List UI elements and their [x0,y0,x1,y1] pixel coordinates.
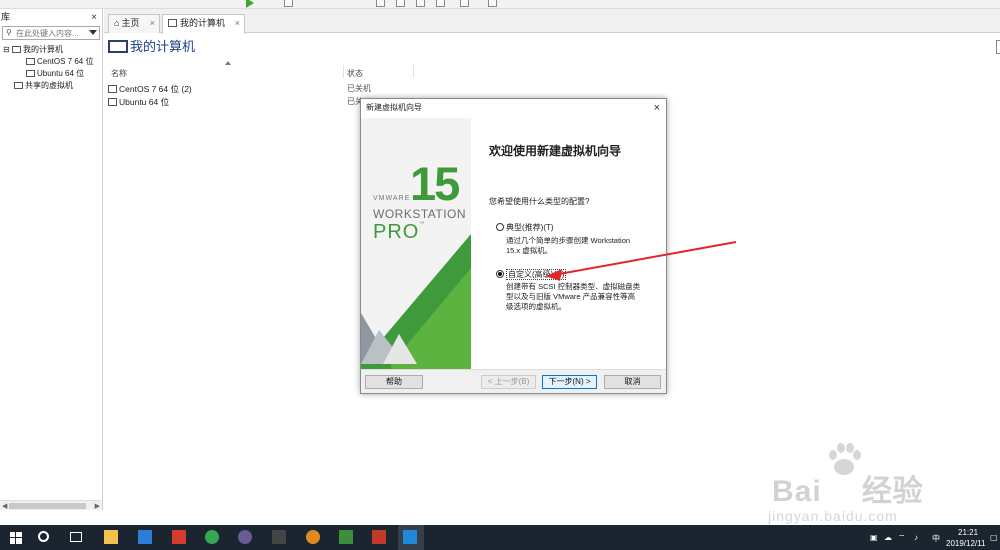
watermark-brand: Bai 经验 [772,466,924,510]
chrome-icon[interactable] [205,530,219,544]
taskbar: ▣ ☁ ⌔ ♪ 中 21:21 2019/12/11 ▢ [0,525,1000,550]
active-app-highlight [398,525,424,550]
app-icon[interactable] [172,530,186,544]
clock-date[interactable]: 2019/12/11 [946,539,985,548]
browser-app-icon[interactable] [138,530,152,544]
app-icon[interactable] [306,530,320,544]
watermark-url: jingyan.baidu.com [768,508,898,524]
volume-icon[interactable]: ♪ [914,533,918,542]
clock-time[interactable]: 21:21 [958,528,978,537]
cloud-icon[interactable]: ☁ [884,533,892,542]
app-icon[interactable] [238,530,252,544]
notification-icon[interactable]: ▢ [990,533,998,542]
baidu-watermark: Bai 经验 jingyan.baidu.com [762,440,952,525]
watermark-jingyan: 经验 [861,475,924,508]
terminal-icon[interactable] [272,530,286,544]
task-view-icon[interactable] [70,532,82,542]
network-icon[interactable]: ▣ [870,533,878,542]
ime-indicator[interactable]: 中 [932,533,940,544]
wifi-icon[interactable]: ⌔ [898,533,906,543]
file-explorer-icon[interactable] [104,530,118,544]
intellij-icon[interactable] [372,530,386,544]
webstorm-icon[interactable] [339,530,353,544]
windows-start-icon[interactable] [10,532,22,544]
watermark-bai: Bai [772,475,822,508]
search-icon[interactable] [38,531,49,542]
